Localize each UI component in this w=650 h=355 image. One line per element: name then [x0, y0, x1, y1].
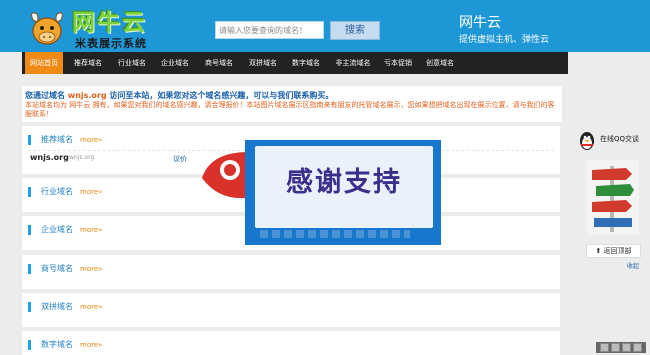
domain-name-link[interactable]: wnjs.org [30, 153, 69, 162]
nav-item-industry[interactable]: 行业域名 [114, 52, 150, 74]
domain-price-link[interactable]: 议价 [173, 154, 187, 164]
main-nav: 网站首页 推荐域名 行业域名 企业域名 商号域名 双拼域名 数字域名 非主流域名… [22, 52, 568, 74]
section-marker [28, 264, 31, 274]
window-icon[interactable] [600, 343, 609, 352]
notice-body: 本站域名均为 网牛云 拥有，如果您对我们的域名感兴趣，请合理报价！本站图片域名展… [25, 101, 555, 118]
section-marker [28, 302, 31, 312]
qq-penguin-icon[interactable] [577, 129, 597, 151]
site-header: 网牛云 米表展示系统 请输入您要查询的域名！ 搜索 网牛云 提供虚拟主机、弹性云 [0, 0, 650, 52]
section-more-link[interactable]: more» [80, 225, 102, 235]
search-button[interactable]: 搜索 [330, 21, 380, 40]
brand-name: 网牛云 [459, 15, 501, 31]
section-title: 企业域名 [41, 225, 73, 234]
close-icon[interactable] [633, 343, 642, 352]
section-title: 商号域名 [41, 264, 73, 273]
section-marker [28, 187, 31, 197]
section-title: 双拼域名 [41, 302, 73, 311]
collapse-link[interactable]: 收起 [627, 261, 639, 270]
section-marker [28, 340, 31, 350]
nav-item-clearance[interactable]: 亏本促销 [380, 52, 416, 74]
section-title: 推荐域名 [41, 135, 73, 144]
back-to-top-button[interactable]: ⬆ 返回顶部 [586, 244, 641, 258]
section-more-link[interactable]: more» [80, 135, 102, 145]
popup-text: 感谢支持 [286, 167, 402, 198]
cow-logo-icon [31, 12, 63, 45]
notice-headline: 您通过域名 wnjs.org 访问至本站，如果您对这个域名感兴趣，可以与我们联系… [25, 90, 333, 101]
section-more-link[interactable]: more» [80, 187, 102, 197]
nav-item-numeric[interactable]: 数字域名 [288, 52, 324, 74]
visitor-notice: 您通过域名 wnjs.org 访问至本站，如果您对这个域名感兴趣，可以与我们联系… [22, 86, 562, 122]
section-title: 数字域名 [41, 340, 73, 349]
nav-item-alternative[interactable]: 非主流域名 [331, 52, 375, 74]
section-numeric: 数字域名 more» [22, 331, 560, 355]
nav-item-creative[interactable]: 创意域名 [422, 52, 458, 74]
arrow-up-icon: ⬆ [595, 247, 602, 255]
nav-item-enterprise[interactable]: 企业域名 [157, 52, 193, 74]
section-brand: 商号域名 more» [22, 255, 560, 289]
thank-you-card[interactable]: 感谢支持 [255, 146, 433, 228]
section-more-link[interactable]: more» [80, 302, 102, 312]
brand-tagline: 提供虚拟主机、弹性云 [459, 35, 550, 45]
decorative-red-swoosh-icon [202, 152, 246, 199]
notice-domain-link[interactable]: wnjs.org [68, 91, 107, 100]
search-input[interactable]: 请输入您要查询的域名！ [215, 21, 324, 39]
settings-icon[interactable] [611, 343, 620, 352]
popup-decor-stripe [260, 230, 410, 238]
nav-item-home[interactable]: 网站首页 [25, 52, 63, 74]
section-more-link[interactable]: more» [80, 264, 102, 274]
notice-suffix: 访问至本站，如果您对这个域名感兴趣，可以与我们联系购买。 [109, 91, 334, 100]
minimize-icon[interactable] [622, 343, 631, 352]
section-more-link[interactable]: more» [80, 340, 102, 350]
nav-item-recommended[interactable]: 推荐域名 [70, 52, 106, 74]
notice-prefix: 您通过域名 [25, 91, 65, 100]
signpost-icon [592, 166, 634, 232]
logo-title: 网牛云 [72, 10, 147, 36]
logo-subtitle: 米表展示系统 [75, 37, 147, 50]
nav-item-brand[interactable]: 商号域名 [201, 52, 237, 74]
section-marker [28, 225, 31, 235]
nav-item-pinyin[interactable]: 双拼域名 [245, 52, 281, 74]
status-toolbar [596, 342, 646, 353]
promo-banner[interactable] [586, 160, 639, 235]
section-title: 行业域名 [41, 187, 73, 196]
section-pinyin: 双拼域名 more» [22, 293, 560, 327]
back-to-top-label: 返回顶部 [603, 247, 632, 255]
domain-subtext: wnjs.org [69, 154, 95, 161]
qq-chat-label[interactable]: 在线QQ交谈 [600, 134, 639, 144]
section-marker [28, 135, 31, 145]
